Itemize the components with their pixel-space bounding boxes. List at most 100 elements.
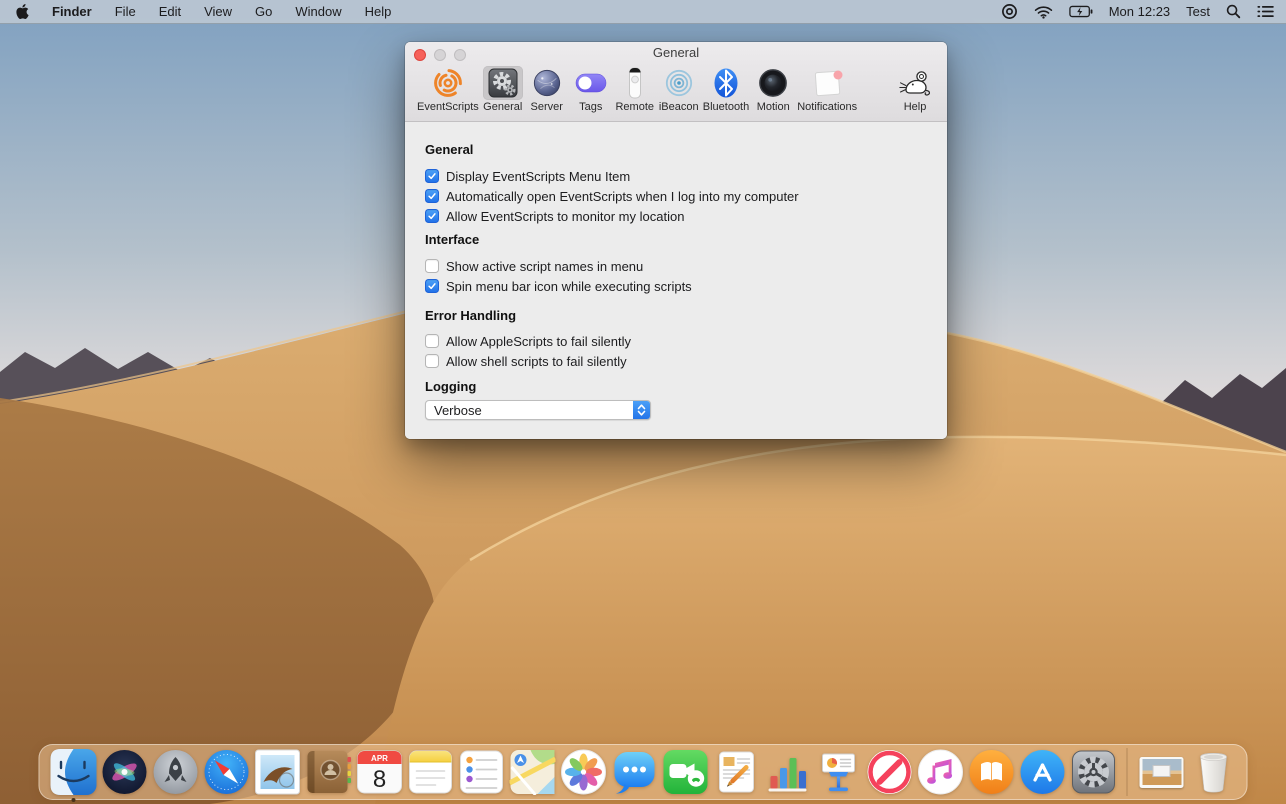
checkbox-row: Allow shell scripts to fail silently: [425, 351, 927, 371]
globe-sphere-icon: [527, 66, 567, 100]
checkbox[interactable]: [425, 259, 439, 273]
notification-center-icon[interactable]: [1257, 5, 1274, 18]
checkbox-label[interactable]: Allow AppleScripts to fail silently: [446, 334, 631, 349]
dock-facetime[interactable]: [662, 749, 708, 795]
checkbox-row: Spin menu bar icon while executing scrip…: [425, 276, 927, 296]
minimized-window-thumbnail[interactable]: [1140, 757, 1184, 788]
section-title-interface: Interface: [425, 232, 927, 250]
checkbox-label[interactable]: Show active script names in menu: [446, 259, 643, 274]
dock-system-preferences[interactable]: [1070, 749, 1116, 795]
menu-user[interactable]: Test: [1186, 4, 1210, 19]
dock-calendar[interactable]: APR 8: [356, 749, 402, 795]
menu-clock[interactable]: Mon 12:23: [1109, 4, 1170, 19]
checkbox-label[interactable]: Allow EventScripts to monitor my locatio…: [446, 209, 684, 224]
checkbox-row: Allow EventScripts to monitor my locatio…: [425, 206, 927, 226]
dock-trash[interactable]: [1190, 749, 1236, 795]
toolbar-item-label: Notifications: [797, 101, 857, 113]
dock-finder[interactable]: [50, 749, 96, 795]
checkbox-row: Automatically open EventScripts when I l…: [425, 186, 927, 206]
dock-photos[interactable]: [560, 749, 606, 795]
app-menu-finder[interactable]: Finder: [52, 4, 92, 19]
window-title: General: [405, 45, 947, 60]
dock-divider: [1127, 748, 1128, 796]
toolbar-item-bluetooth[interactable]: Bluetooth: [703, 66, 749, 113]
dock-books[interactable]: [968, 749, 1014, 795]
menu-help[interactable]: Help: [365, 4, 392, 19]
checkbox-label[interactable]: Spin menu bar icon while executing scrip…: [446, 279, 692, 294]
dock-itunes[interactable]: [917, 749, 963, 795]
toolbar-item-label: Bluetooth: [703, 101, 749, 113]
eventscripts-menu-icon[interactable]: [1001, 3, 1018, 20]
checkbox-row: Show active script names in menu: [425, 256, 927, 276]
dock-mail[interactable]: [254, 749, 300, 795]
checkbox-row: Display EventScripts Menu Item: [425, 166, 927, 186]
toolbar-item-label: Help: [904, 101, 927, 113]
menu-window[interactable]: Window: [295, 4, 341, 19]
dock-messages[interactable]: [611, 749, 657, 795]
toolbar-item-eventscripts[interactable]: EventScripts: [417, 66, 479, 113]
menu-bar: Finder File Edit View Go Window Help Mon…: [0, 0, 1286, 24]
toolbar-item-label: General: [483, 101, 522, 113]
menu-file[interactable]: File: [115, 4, 136, 19]
thumbnail-desktop: [1142, 759, 1181, 785]
section-title-general: General: [425, 142, 927, 160]
toolbar-item-server[interactable]: Server: [527, 66, 567, 113]
popup-selected-value: Verbose: [426, 403, 633, 418]
logging-popup-button[interactable]: Verbose: [425, 400, 651, 420]
checkbox-label[interactable]: Display EventScripts Menu Item: [446, 169, 630, 184]
toolbar-item-label: Motion: [757, 101, 790, 113]
dock-safari[interactable]: [203, 749, 249, 795]
checkbox[interactable]: [425, 279, 439, 293]
apple-remote-icon: [615, 66, 655, 100]
dock-keynote[interactable]: [815, 749, 861, 795]
checkbox-label[interactable]: Automatically open EventScripts when I l…: [446, 189, 799, 204]
beacon-rings-icon: [659, 66, 699, 100]
preferences-content: General Display EventScripts Menu Item A…: [405, 122, 947, 439]
checkbox[interactable]: [425, 189, 439, 203]
gears-icon: [483, 66, 523, 100]
toolbar-item-help[interactable]: Help: [895, 66, 935, 113]
dock: APR 8: [39, 744, 1248, 800]
dock-siri[interactable]: [101, 749, 147, 795]
dock-numbers[interactable]: [764, 749, 810, 795]
checkbox-label[interactable]: Allow shell scripts to fail silently: [446, 354, 627, 369]
dock-contacts[interactable]: [305, 749, 351, 795]
menu-edit[interactable]: Edit: [159, 4, 181, 19]
checkbox[interactable]: [425, 169, 439, 183]
dock-reminders[interactable]: [458, 749, 504, 795]
calendar-month-label: APR: [371, 754, 388, 763]
checkbox[interactable]: [425, 334, 439, 348]
toolbar-item-general[interactable]: General: [483, 66, 523, 113]
toolbar-item-label: EventScripts: [417, 101, 479, 113]
bluetooth-icon: [706, 66, 746, 100]
calendar-day-label: 8: [372, 766, 385, 793]
toolbar-item-label: Server: [531, 101, 563, 113]
toolbar-item-ibeacon[interactable]: iBeacon: [659, 66, 699, 113]
menu-go[interactable]: Go: [255, 4, 272, 19]
dock-app-store[interactable]: [1019, 749, 1065, 795]
battery-charging-icon[interactable]: [1069, 5, 1093, 18]
toggle-switch-icon: [571, 66, 611, 100]
thumbnail-window: [1153, 765, 1171, 777]
dock-maps[interactable]: [509, 749, 555, 795]
wifi-icon[interactable]: [1034, 5, 1053, 19]
dock-launchpad[interactable]: [152, 749, 198, 795]
toolbar-item-notifications[interactable]: Notifications: [797, 66, 857, 113]
section-title-error-handling: Error Handling: [425, 308, 927, 326]
toolbar-item-tags[interactable]: Tags: [571, 66, 611, 113]
toolbar-item-motion[interactable]: Motion: [753, 66, 793, 113]
notification-card-icon: [807, 66, 847, 100]
dock-pages[interactable]: [713, 749, 759, 795]
dock-notes[interactable]: [407, 749, 453, 795]
checkbox[interactable]: [425, 209, 439, 223]
apple-menu[interactable]: [16, 4, 29, 19]
checkbox-row: Allow AppleScripts to fail silently: [425, 331, 927, 351]
dock-news[interactable]: [866, 749, 912, 795]
menu-view[interactable]: View: [204, 4, 232, 19]
toolbar-item-label: Remote: [615, 101, 654, 113]
section-title-logging: Logging: [425, 379, 927, 397]
checkbox[interactable]: [425, 354, 439, 368]
eventscripts-icon: [428, 66, 468, 100]
toolbar-item-remote[interactable]: Remote: [615, 66, 655, 113]
spotlight-search-icon[interactable]: [1226, 4, 1241, 19]
